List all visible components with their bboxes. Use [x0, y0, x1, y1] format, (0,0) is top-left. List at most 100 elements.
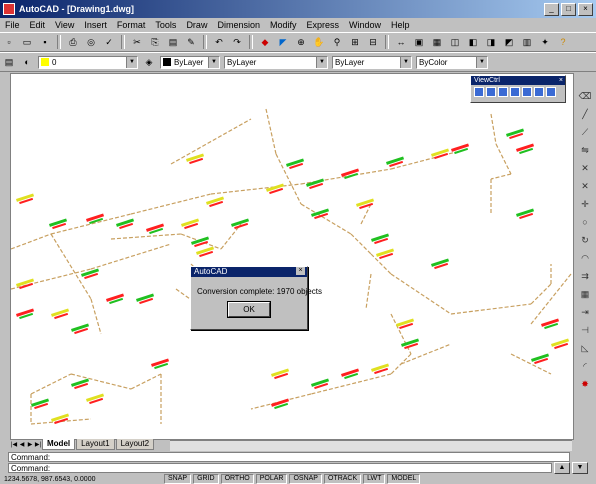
last-tab-icon[interactable]: ▶|: [34, 441, 42, 450]
color-combo[interactable]: ByLayer ▼: [160, 55, 220, 69]
close-icon[interactable]: ×: [296, 267, 305, 275]
new-icon[interactable]: ▫: [1, 34, 17, 50]
preview-icon[interactable]: ◎: [83, 34, 99, 50]
zoom-prev-icon[interactable]: ⊟: [365, 34, 381, 50]
tab-layout1[interactable]: Layout1: [76, 439, 115, 450]
view-icon[interactable]: [546, 87, 556, 97]
array-icon[interactable]: ▦: [578, 287, 592, 301]
distance-icon[interactable]: ↔: [393, 34, 409, 50]
polar-toggle[interactable]: POLAR: [255, 474, 288, 484]
erase-icon[interactable]: ⌫: [578, 89, 592, 103]
model-toggle[interactable]: MODEL: [387, 474, 421, 484]
circle-icon[interactable]: ○: [578, 215, 592, 229]
match-icon[interactable]: ✎: [183, 34, 199, 50]
menu-edit[interactable]: Edit: [25, 20, 51, 30]
design-center-icon[interactable]: ▦: [429, 34, 445, 50]
offset-icon[interactable]: ⇉: [578, 269, 592, 283]
menu-tools[interactable]: Tools: [150, 20, 181, 30]
zoom-window-icon[interactable]: ⊞: [347, 34, 363, 50]
menu-draw[interactable]: Draw: [181, 20, 212, 30]
undo-icon[interactable]: ↶: [211, 34, 227, 50]
menu-modify[interactable]: Modify: [265, 20, 302, 30]
polyline-icon[interactable]: ⟋: [578, 125, 592, 139]
menu-help[interactable]: Help: [386, 20, 415, 30]
chamfer-icon[interactable]: ◺: [578, 341, 592, 355]
osnap-toggle[interactable]: OSNAP: [289, 474, 322, 484]
extend-icon[interactable]: ⇥: [578, 305, 592, 319]
tab-model[interactable]: Model: [42, 439, 76, 450]
layer-tool-icon[interactable]: ◩: [501, 34, 517, 50]
chevron-down-icon[interactable]: ▼: [476, 56, 487, 68]
menu-insert[interactable]: Insert: [79, 20, 112, 30]
copy-icon[interactable]: ⎘: [147, 34, 163, 50]
first-tab-icon[interactable]: |◀: [10, 441, 18, 450]
minimize-button[interactable]: _: [544, 2, 559, 16]
snap-toggle[interactable]: SNAP: [164, 474, 192, 484]
properties-icon[interactable]: ▣: [411, 34, 427, 50]
paste-icon[interactable]: ▤: [165, 34, 181, 50]
ortho-toggle[interactable]: ORTHO: [220, 474, 254, 484]
print-icon[interactable]: ⎙: [65, 34, 81, 50]
line-icon[interactable]: ╱: [578, 107, 592, 121]
menu-window[interactable]: Window: [344, 20, 386, 30]
floating-toolbar-title[interactable]: ViewCtrl ×: [471, 76, 565, 85]
prev-tab-icon[interactable]: ◀: [18, 441, 26, 450]
layer-manager-icon[interactable]: ▤: [1, 54, 17, 70]
cut-icon[interactable]: ✂: [129, 34, 145, 50]
ucs-icon[interactable]: ⊕: [293, 34, 309, 50]
markup-icon[interactable]: ◨: [483, 34, 499, 50]
maximize-button[interactable]: □: [561, 2, 576, 16]
close-x-icon[interactable]: ✕: [578, 161, 592, 175]
attribute-icon[interactable]: ✦: [537, 34, 553, 50]
chevron-down-icon[interactable]: ▼: [208, 56, 219, 68]
calc-icon[interactable]: ▥: [519, 34, 535, 50]
help-icon[interactable]: ?: [555, 34, 571, 50]
layer-combo[interactable]: 0 ▼: [38, 55, 138, 69]
adcenter-icon[interactable]: ◫: [447, 34, 463, 50]
floating-toolbar[interactable]: ViewCtrl ×: [470, 75, 566, 103]
tool-palette-icon[interactable]: ◧: [465, 34, 481, 50]
linetype-combo[interactable]: ByLayer ▼: [224, 55, 328, 69]
ok-button[interactable]: OK: [227, 301, 271, 318]
plotstyle-combo[interactable]: ByColor ▼: [416, 55, 488, 69]
menu-format[interactable]: Format: [112, 20, 151, 30]
rotate-icon[interactable]: ↻: [578, 233, 592, 247]
zoom-icon[interactable]: ⚲: [329, 34, 345, 50]
app-icon[interactable]: [3, 3, 15, 15]
menu-view[interactable]: View: [50, 20, 79, 30]
close-icon[interactable]: ×: [559, 76, 563, 85]
move-icon[interactable]: ✛: [578, 197, 592, 211]
open-icon[interactable]: ▭: [19, 34, 35, 50]
explode-icon[interactable]: ✸: [578, 377, 592, 391]
view-icon[interactable]: [474, 87, 484, 97]
next-tab-icon[interactable]: ▶: [26, 441, 34, 450]
layer-state-icon[interactable]: ◐: [19, 54, 35, 70]
save-icon[interactable]: ▪: [37, 34, 53, 50]
menu-express[interactable]: Express: [302, 20, 345, 30]
view-icon[interactable]: [534, 87, 544, 97]
break-icon[interactable]: ⊣: [578, 323, 592, 337]
redo-icon[interactable]: ↷: [229, 34, 245, 50]
menu-dimension[interactable]: Dimension: [212, 20, 265, 30]
otrack-toggle[interactable]: OTRACK: [323, 474, 362, 484]
trim-icon[interactable]: ✕: [578, 179, 592, 193]
chevron-down-icon[interactable]: ▼: [400, 56, 411, 68]
pan-icon[interactable]: ✋: [311, 34, 327, 50]
horizontal-scrollbar[interactable]: [170, 440, 572, 451]
menu-file[interactable]: File: [0, 20, 25, 30]
drawing-canvas[interactable]: [10, 73, 574, 440]
view-icon[interactable]: [510, 87, 520, 97]
tab-layout2[interactable]: Layout2: [115, 439, 155, 450]
arc-icon[interactable]: ◠: [578, 251, 592, 265]
lwt-toggle[interactable]: LWT: [363, 474, 386, 484]
spell-icon[interactable]: ✓: [101, 34, 117, 50]
grid-toggle[interactable]: GRID: [193, 474, 219, 484]
snap-icon[interactable]: ◤: [275, 34, 291, 50]
chevron-down-icon[interactable]: ▼: [316, 56, 327, 68]
view-icon[interactable]: [498, 87, 508, 97]
fillet-icon[interactable]: ◜: [578, 359, 592, 373]
make-current-icon[interactable]: ◈: [141, 54, 157, 70]
scroll-up-icon[interactable]: ▲: [554, 462, 570, 474]
command-input[interactable]: Command:: [8, 463, 552, 473]
close-button[interactable]: ×: [578, 2, 593, 16]
